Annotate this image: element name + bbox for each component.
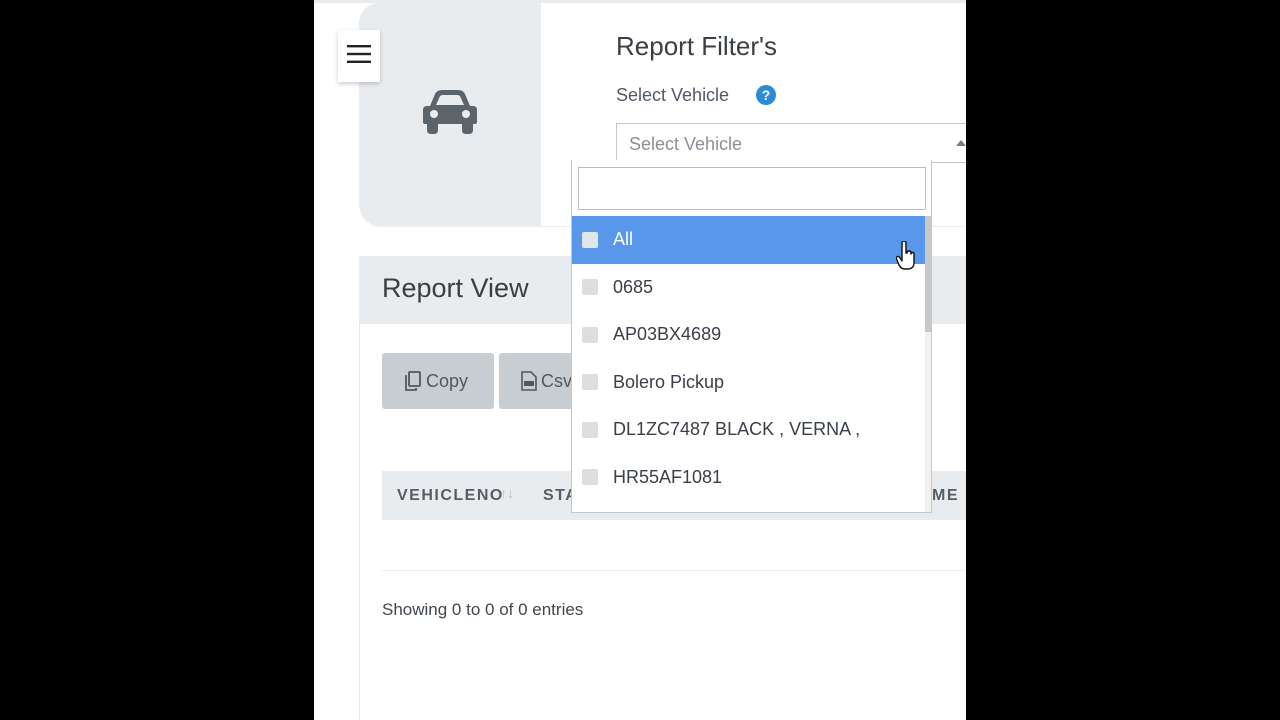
vehicle-option-label: AP03BX4689	[613, 324, 722, 345]
option-checkbox[interactable]	[582, 279, 598, 296]
option-checkbox[interactable]	[582, 469, 598, 486]
sort-icon[interactable]: ↑↓	[500, 485, 514, 501]
vehicle-option-label: DL1ZC7487 BLACK , VERNA ,	[613, 419, 861, 440]
vehicle-select-placeholder: Select Vehicle	[629, 134, 743, 154]
vehicle-option-label: 0685	[613, 276, 654, 297]
vehicle-dropdown: All 0685 AP03BX4689 Bolero Pickup DL1ZC7…	[571, 160, 932, 513]
column-header-vehicleno[interactable]: VEHICLENO	[397, 487, 504, 505]
question-circle-icon[interactable]: ?	[756, 85, 776, 105]
vehicle-option[interactable]: Bolero Pickup	[572, 359, 926, 407]
select-vehicle-label: Select Vehicle	[616, 85, 730, 105]
vehicle-option[interactable]: AP03BX4689	[572, 311, 926, 359]
report-view-title: Report View	[382, 273, 529, 303]
column-header-time[interactable]: ME	[932, 487, 959, 505]
car-icon	[421, 88, 479, 141]
vehicle-select[interactable]: Select Vehicle	[616, 123, 966, 163]
vehicle-icon-panel	[359, 3, 541, 226]
copy-icon	[404, 371, 422, 391]
copy-button[interactable]: Copy	[382, 353, 494, 409]
vehicle-option-label: All	[613, 229, 634, 250]
table-divider	[382, 570, 966, 571]
vehicle-option[interactable]: All	[572, 216, 926, 264]
vehicle-option-list: All 0685 AP03BX4689 Bolero Pickup DL1ZC7…	[572, 216, 926, 501]
csv-button[interactable]: Csv	[499, 353, 579, 409]
copy-button-label: Copy	[426, 370, 469, 391]
vehicle-search-input[interactable]	[578, 167, 926, 210]
dropdown-scrollbar-thumb[interactable]	[925, 216, 931, 332]
option-checkbox[interactable]	[582, 231, 598, 248]
hamburger-menu-button[interactable]	[338, 30, 380, 82]
option-checkbox[interactable]	[582, 421, 598, 438]
report-filters-title: Report Filter's	[616, 31, 778, 61]
option-checkbox[interactable]	[582, 326, 598, 343]
hamburger-menu-icon	[347, 44, 371, 68]
vehicle-option[interactable]: 0685	[572, 264, 926, 312]
csv-file-icon	[521, 371, 537, 391]
vehicle-option-label: HR55AF1081	[613, 466, 723, 487]
vehicle-option[interactable]: DL1ZC7487 BLACK , VERNA ,	[572, 406, 926, 454]
table-entries-info: Showing 0 to 0 of 0 entries	[382, 600, 584, 619]
option-checkbox[interactable]	[582, 374, 598, 391]
dropdown-scrollbar[interactable]	[925, 216, 931, 512]
csv-button-label: Csv	[541, 370, 572, 391]
app-viewport: Report Filter's Select Vehicle ? Select …	[314, 0, 966, 720]
caret-up-icon	[956, 140, 966, 146]
vehicle-option-label: Bolero Pickup	[613, 371, 725, 392]
vehicle-option[interactable]: HR55AF1081	[572, 454, 926, 502]
